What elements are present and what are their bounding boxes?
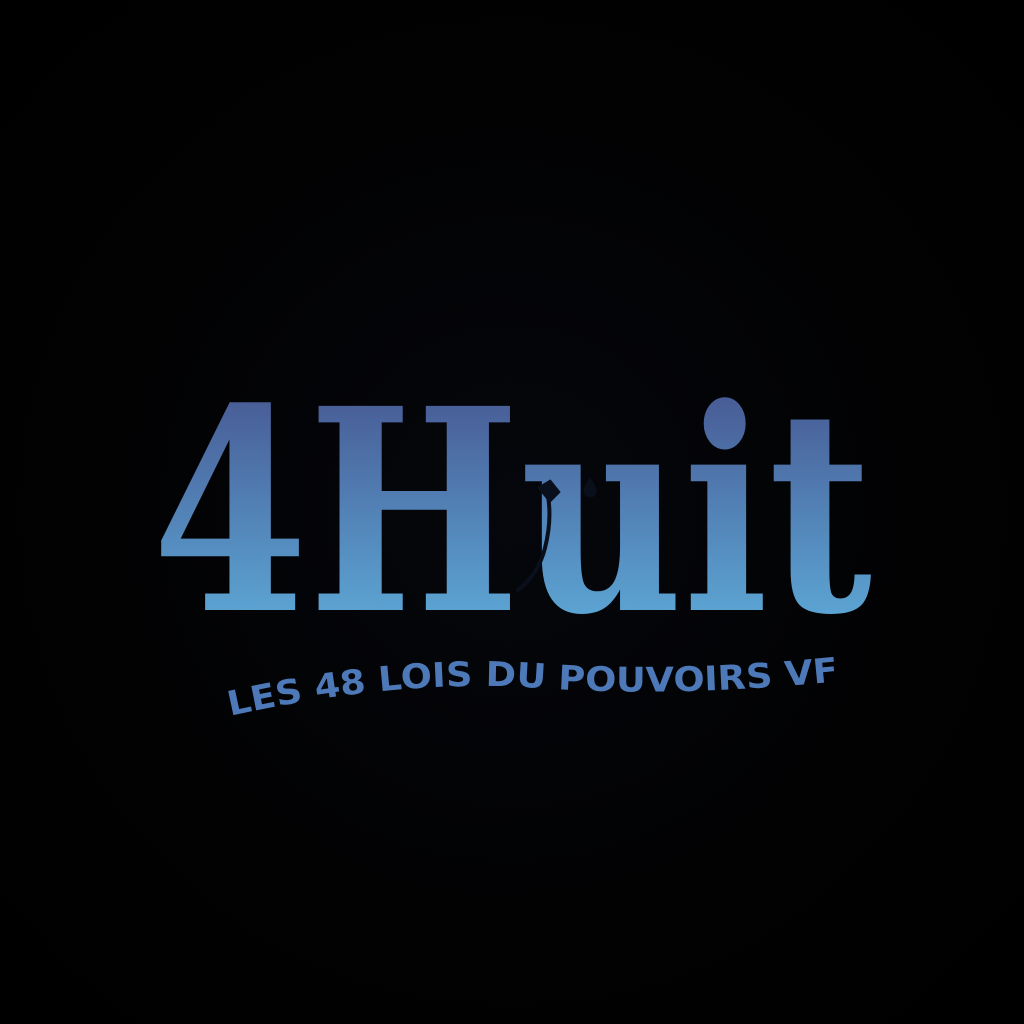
wordmark-letter: u	[520, 348, 683, 677]
logo-graphic: 4Huit LES 48 LOIS DU POUVOIRS VF	[152, 348, 874, 725]
logo-canvas: 4Huit LES 48 LOIS DU POUVOIRS VF	[0, 0, 1024, 1024]
wordmark-letter: t	[768, 348, 873, 677]
logo-wordmark: 4Huit	[152, 348, 874, 677]
wordmark-letter: 4	[152, 348, 308, 677]
wordmark-letter: H	[308, 348, 520, 677]
wordmark-letter: i	[683, 348, 768, 677]
